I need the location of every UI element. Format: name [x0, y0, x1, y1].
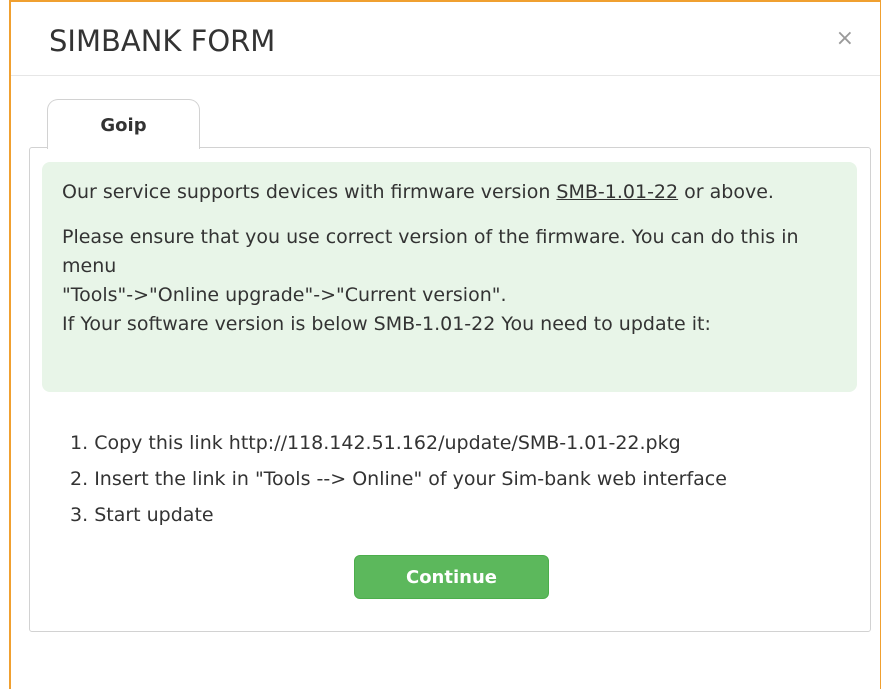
update-steps-list: 1. Copy this link http://118.142.51.162/… — [70, 425, 727, 533]
tab-panel-goip: Our service supports devices with firmwa… — [29, 147, 871, 632]
instruction-line-3: If Your software version is below SMB-1.… — [62, 313, 711, 335]
firmware-version-link[interactable]: SMB-1.01-22 — [556, 181, 678, 203]
step-text: Copy this link http://118.142.51.162/upd… — [94, 432, 681, 454]
step-text: Insert the link in "Tools --> Online" of… — [94, 468, 727, 490]
list-item: 1. Copy this link http://118.142.51.162/… — [70, 425, 727, 461]
step-number: 3. — [70, 504, 89, 526]
firmware-support-prefix: Our service supports devices with firmwa… — [62, 181, 557, 203]
firmware-support-suffix: or above. — [678, 181, 774, 203]
firmware-instructions: Please ensure that you use correct versi… — [62, 223, 837, 339]
firmware-notice: Our service supports devices with firmwa… — [42, 162, 857, 392]
modal-header: SIMBANK FORM × — [11, 2, 880, 76]
list-item: 3. Start update — [70, 497, 727, 533]
firmware-support-text: Our service supports devices with firmwa… — [62, 178, 837, 207]
tab-goip[interactable]: Goip — [47, 99, 200, 149]
modal-title: SIMBANK FORM — [49, 24, 276, 58]
instruction-line-2: "Tools"->"Online upgrade"->"Current vers… — [62, 284, 507, 306]
simbank-form-modal: SIMBANK FORM × Goip Our service supports… — [9, 0, 881, 689]
close-icon[interactable]: × — [836, 28, 854, 50]
instruction-line-1: Please ensure that you use correct versi… — [62, 226, 799, 277]
step-number: 1. — [70, 432, 89, 454]
list-item: 2. Insert the link in "Tools --> Online"… — [70, 461, 727, 497]
step-number: 2. — [70, 468, 89, 490]
step-text: Start update — [94, 504, 214, 526]
continue-button[interactable]: Continue — [354, 555, 549, 599]
